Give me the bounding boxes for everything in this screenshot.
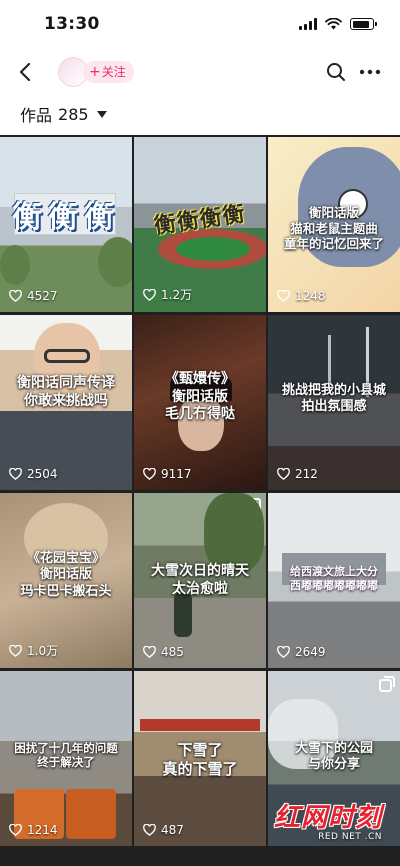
heart-outline-icon (9, 468, 22, 480)
like-count: 4527 (9, 289, 58, 303)
like-count-value: 485 (161, 645, 184, 659)
like-count: 2649 (277, 645, 326, 659)
tree-art (98, 237, 132, 287)
wifi-icon (325, 18, 342, 30)
video-tile[interactable]: 衡阳话版 猫和老鼠主题曲 童年的记忆回来了 1248 (268, 137, 400, 312)
video-grid: 衡衡衡 4527 衡衡衡衡 1.2万 衡阳话版 猫和老鼠主题曲 童年的记忆回来了… (0, 135, 400, 866)
heart-outline-icon (143, 824, 156, 836)
video-tile[interactable]: 衡衡衡 4527 (0, 137, 132, 312)
video-tile[interactable]: 衡阳话同声传译 你敢来挑战吗 2504 (0, 315, 132, 490)
heart-outline-icon (9, 644, 22, 657)
field-art (176, 237, 250, 261)
tile-caption: 衡阳话同声传译 你敢来挑战吗 (17, 375, 115, 409)
like-count-value: 9117 (161, 467, 192, 481)
search-icon[interactable] (324, 60, 348, 84)
multi-image-icon (379, 676, 395, 692)
tile-caption: 衡阳话版 猫和老鼠主题曲 童年的记忆回来了 (283, 205, 384, 252)
heart-outline-icon (9, 824, 22, 836)
heart-outline-icon (277, 468, 290, 480)
watermark-brand: 红网时刻 (273, 803, 382, 833)
video-tile[interactable]: 下雪了 真的下雪了 487 (134, 671, 266, 846)
like-count: 1214 (9, 823, 58, 837)
streetlight-art (328, 335, 331, 385)
more-dots-icon[interactable] (356, 60, 384, 84)
cellular-signal-icon (299, 18, 317, 30)
like-count: 9117 (143, 467, 192, 481)
like-count-value: 2504 (27, 467, 58, 481)
follow-button[interactable]: + 关注 (83, 61, 134, 83)
heart-outline-icon (143, 468, 156, 480)
tile-caption: 《花园宝宝》 衡阳话版 玛卡巴卡搬石头 (20, 551, 112, 599)
works-count: 285 (58, 104, 89, 124)
plus-icon: + (89, 64, 101, 80)
tree-art (0, 245, 30, 285)
heart-outline-icon (143, 288, 156, 301)
tile-overlay-text: 衡衡衡 (12, 200, 120, 235)
video-tile[interactable]: 衡衡衡衡 1.2万 (134, 137, 266, 312)
heart-outline-icon (9, 290, 22, 302)
gate-art (140, 719, 260, 731)
like-count-value: 212 (295, 467, 318, 481)
status-bar: 13:30 (0, 0, 400, 52)
tile-caption: 大雪下的公园 与你分享 (294, 741, 373, 773)
like-count-value: 1.0万 (27, 644, 59, 658)
like-count: 2504 (9, 467, 58, 481)
works-dropdown[interactable]: 作品 285 (20, 102, 107, 126)
like-count: 485 (143, 645, 184, 659)
like-count-value: 487 (161, 823, 184, 837)
heart-outline-icon (277, 290, 290, 302)
like-count: 212 (277, 467, 318, 481)
like-count-value: 2649 (295, 645, 326, 659)
bins-art (66, 789, 116, 839)
status-time: 13:30 (44, 14, 100, 34)
caret-down-icon (96, 110, 107, 118)
like-count: 487 (143, 823, 184, 837)
tile-caption: 下雪了 真的下雪了 (162, 741, 238, 778)
follow-label: 关注 (101, 65, 126, 79)
video-tile[interactable]: 大雪次日的晴天 太治愈啦 485 (134, 493, 266, 668)
like-count: 1.0万 (9, 642, 58, 659)
person-art (174, 593, 192, 637)
tile-caption: 给西渡文旅上大分 西嘟嘟嘟嘟嘟嘟嘟 (290, 565, 378, 592)
like-count: 1248 (277, 289, 326, 303)
like-count-value: 1.2万 (161, 288, 193, 302)
tile-caption: 困扰了十几年的问题 终于解决了 (14, 741, 118, 770)
chevron-left-icon[interactable] (12, 58, 40, 86)
video-tile[interactable]: 困扰了十几年的问题 终于解决了 1214 (0, 671, 132, 846)
tile-caption: 《甄嬛传》 衡阳话版 毛几冇得哒 (165, 371, 235, 422)
heart-outline-icon (277, 646, 290, 658)
status-icons (299, 18, 377, 30)
top-nav: + 关注 (0, 52, 400, 92)
like-count-value: 1214 (27, 823, 58, 837)
video-tile[interactable]: 给西渡文旅上大分 西嘟嘟嘟嘟嘟嘟嘟 2649 (268, 493, 400, 668)
tree-art (204, 493, 264, 573)
battery-icon (350, 18, 377, 30)
brand-watermark: 红网时刻 RED NET .CN (274, 797, 382, 842)
tile-caption: 大雪次日的晴天 太治愈啦 (151, 563, 249, 597)
tile-caption: 挑战把我的小县城 拍出氛围感 (281, 383, 386, 415)
heart-outline-icon (143, 646, 156, 658)
like-count-value: 1248 (295, 289, 326, 303)
video-tile[interactable]: 《甄嬛传》 衡阳话版 毛几冇得哒 9117 (134, 315, 266, 490)
works-label: 作品 (20, 106, 53, 125)
like-count-value: 4527 (27, 289, 58, 303)
glasses-art (44, 349, 90, 363)
video-tile[interactable]: 挑战把我的小县城 拍出氛围感 212 (268, 315, 400, 490)
like-count: 1.2万 (143, 286, 192, 303)
video-tile[interactable]: 《花园宝宝》 衡阳话版 玛卡巴卡搬石头 1.0万 (0, 493, 132, 668)
